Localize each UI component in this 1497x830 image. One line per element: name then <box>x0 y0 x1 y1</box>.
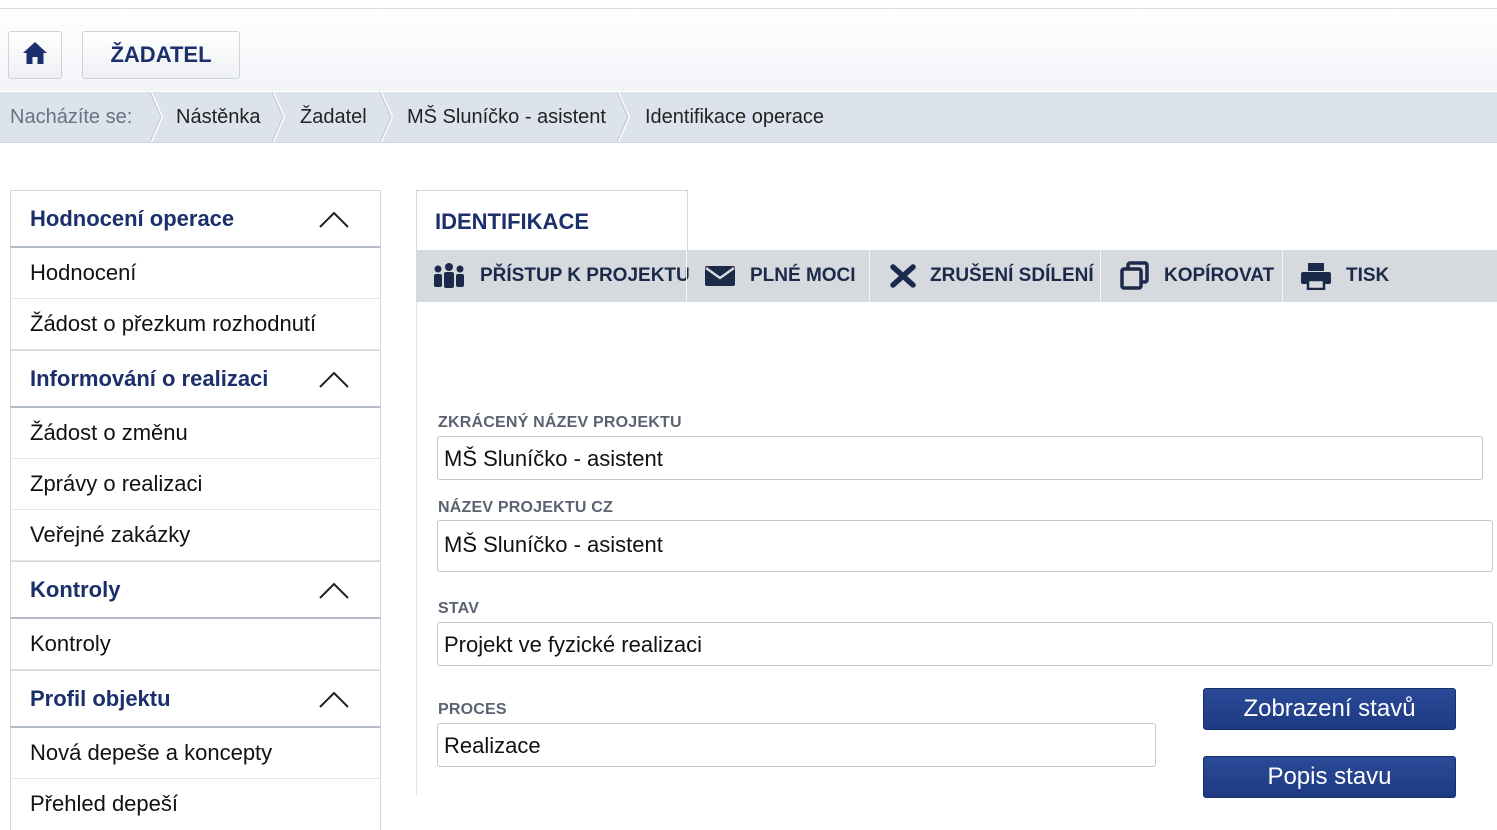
toolbar-divider <box>1282 250 1283 302</box>
sidebar-item-label: Žádost o přezkum rozhodnutí <box>30 311 317 336</box>
sidebar-group-title: Kontroly <box>30 577 121 602</box>
toolbar-divider <box>1100 250 1101 302</box>
sidebar-group-title: Hodnocení operace <box>30 206 235 231</box>
copy-label: KOPÍROVAT <box>1164 265 1275 286</box>
short-name-value: MŠ Sluníčko - asistent <box>444 446 663 471</box>
sidebar-item-dispatch-overview[interactable]: Přehled depeší <box>10 779 381 830</box>
breadcrumb-separator <box>150 92 164 142</box>
state-description-button[interactable]: Popis stavu <box>1203 756 1456 798</box>
power-of-attorney-label: PLNÉ MOCI <box>750 265 856 286</box>
action-toolbar: PŘÍSTUP K PROJEKTU PLNÉ MOCI ZRUŠENÍ SDÍ… <box>416 250 1497 302</box>
breadcrumb-item-current: Identifikace operace <box>645 106 825 128</box>
state-field[interactable]: Projekt ve fyzické realizaci <box>437 622 1493 666</box>
project-name-value: MŠ Sluníčko - asistent <box>444 532 663 557</box>
breadcrumb: Nacházíte se: Nástěnka Žadatel MŠ Sluníč… <box>0 92 1497 143</box>
users-icon <box>434 263 464 288</box>
sidebar-group-controls[interactable]: Kontroly <box>10 561 381 619</box>
breadcrumb-item-applicant[interactable]: Žadatel <box>300 92 367 142</box>
sidebar-item-label: Přehled depeší <box>30 791 178 816</box>
project-access-button[interactable]: PŘÍSTUP K PROJEKTU <box>432 250 690 302</box>
envelope-icon <box>705 266 735 286</box>
sidebar-item-evaluation[interactable]: Hodnocení <box>10 248 381 299</box>
sidebar-item-label: Hodnocení <box>30 260 137 285</box>
sidebar-item-label: Zprávy o realizaci <box>30 471 203 496</box>
toolbar-divider <box>869 250 870 302</box>
sidebar-item-label: Žádost o změnu <box>30 420 188 445</box>
sidebar-group-title: Profil objektu <box>30 686 171 711</box>
sidebar-item-implementation-reports[interactable]: Zprávy o realizaci <box>10 459 381 510</box>
copy-button[interactable]: KOPÍROVAT <box>1120 250 1274 302</box>
sidebar-item-change-request[interactable]: Žádost o změnu <box>10 408 381 459</box>
print-button[interactable]: TISK <box>1300 250 1389 302</box>
home-icon <box>22 41 48 70</box>
process-label: PROCES <box>438 701 507 718</box>
breadcrumb-item-dashboard[interactable]: Nástěnka <box>176 92 261 142</box>
breadcrumb-separator <box>272 92 286 142</box>
home-button[interactable] <box>8 31 62 79</box>
short-name-label: ZKRÁCENÝ NÁZEV PROJEKTU <box>438 414 682 431</box>
sidebar-group-implementation-info[interactable]: Informování o realizaci <box>10 350 381 408</box>
sidebar-group-object-profile[interactable]: Profil objektu <box>10 670 381 728</box>
breadcrumb-separator <box>617 92 631 142</box>
sidebar-item-public-contracts[interactable]: Veřejné zakázky <box>10 510 381 561</box>
sidebar-item-label: Nová depeše a koncepty <box>30 740 273 765</box>
sidebar-group-evaluation[interactable]: Hodnocení operace <box>10 190 381 248</box>
sidebar-group-title: Informování o realizaci <box>30 366 269 391</box>
sidebar-item-label: Kontroly <box>30 631 111 656</box>
project-name-label: NÁZEV PROJEKTU CZ <box>438 499 613 516</box>
show-states-button[interactable]: Zobrazení stavů <box>1203 688 1456 730</box>
state-description-label: Popis stavu <box>1267 763 1392 790</box>
chevron-up-icon <box>319 582 349 599</box>
state-label: STAV <box>438 600 480 617</box>
process-field[interactable]: Realizace <box>437 723 1156 767</box>
project-name-field[interactable]: MŠ Sluníčko - asistent <box>437 520 1493 572</box>
chevron-up-icon <box>319 691 349 708</box>
role-button-label: ŽADATEL <box>110 42 212 67</box>
state-value: Projekt ve fyzické realizaci <box>444 632 702 657</box>
short-name-field[interactable]: MŠ Sluníčko - asistent <box>437 436 1483 480</box>
copy-icon <box>1120 261 1149 290</box>
print-icon <box>1301 263 1331 290</box>
sidebar: Hodnocení operace Hodnocení Žádost o pře… <box>10 190 381 830</box>
process-value: Realizace <box>444 733 541 758</box>
breadcrumb-lead: Nacházíte se: <box>10 106 133 128</box>
chevron-up-icon <box>319 371 349 388</box>
panel-border <box>416 302 417 796</box>
sidebar-item-label: Veřejné zakázky <box>30 522 191 547</box>
sidebar-item-new-dispatch[interactable]: Nová depeše a koncepty <box>10 728 381 779</box>
tab-identification[interactable]: IDENTIFIKACE OPERACE <box>416 190 688 296</box>
sidebar-item-controls[interactable]: Kontroly <box>10 619 381 670</box>
top-bar: ŽADATEL <box>0 8 1497 91</box>
toolbar-divider <box>686 250 687 302</box>
cancel-sharing-label: ZRUŠENÍ SDÍLENÍ <box>930 265 1094 286</box>
chevron-up-icon <box>319 211 349 228</box>
project-access-label: PŘÍSTUP K PROJEKTU <box>480 265 690 286</box>
show-states-label: Zobrazení stavů <box>1243 695 1416 722</box>
role-button[interactable]: ŽADATEL <box>82 31 240 79</box>
print-label: TISK <box>1346 265 1390 286</box>
power-of-attorney-button[interactable]: PLNÉ MOCI <box>704 250 856 302</box>
sidebar-item-review-request[interactable]: Žádost o přezkum rozhodnutí <box>10 299 381 350</box>
breadcrumb-separator <box>380 92 394 142</box>
cancel-sharing-button[interactable]: ZRUŠENÍ SDÍLENÍ <box>890 250 1094 302</box>
close-icon <box>890 264 916 288</box>
breadcrumb-item-project[interactable]: MŠ Sluníčko - asistent <box>407 92 606 142</box>
